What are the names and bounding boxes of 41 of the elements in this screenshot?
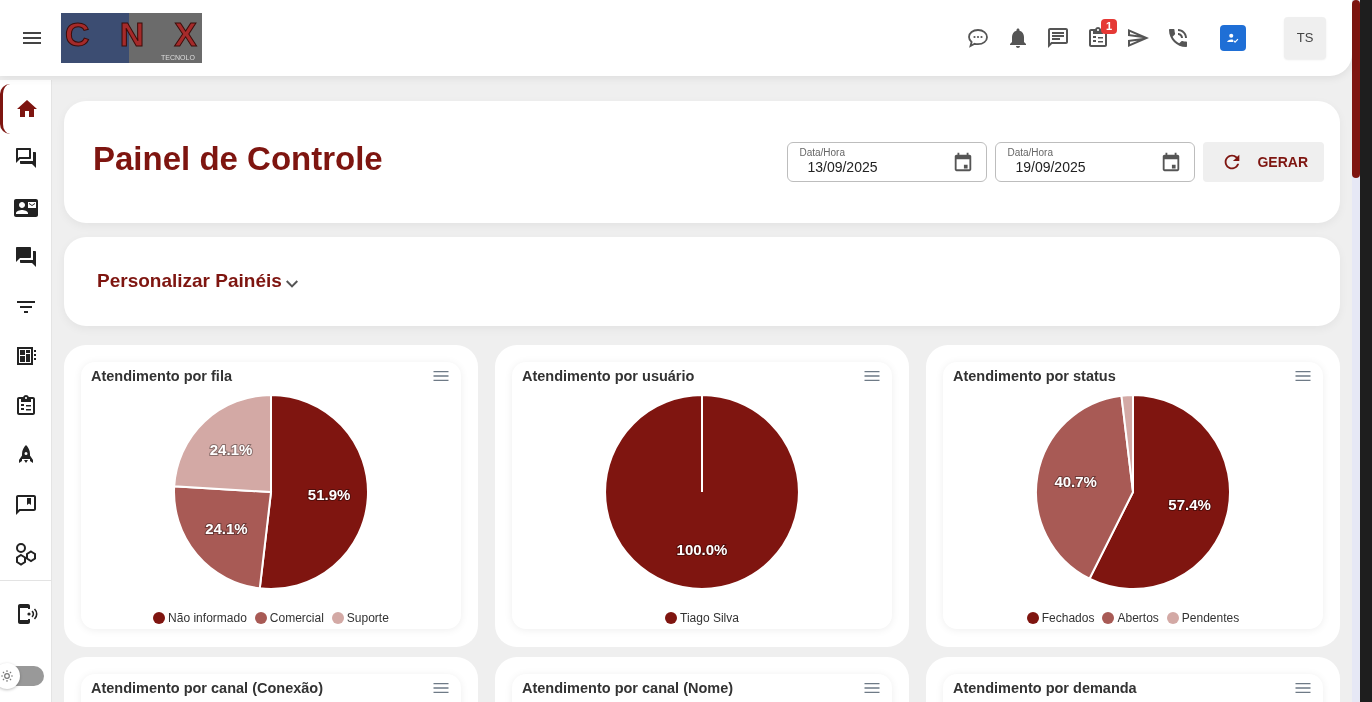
bookmark-message-icon: [13, 492, 38, 517]
legend-label[interactable]: Fechados: [1041, 611, 1095, 625]
phone-button[interactable]: [1166, 26, 1190, 50]
legend-label[interactable]: Comercial: [269, 611, 324, 625]
theme-switch[interactable]: [0, 666, 44, 686]
legend-label[interactable]: Não informado: [168, 611, 247, 625]
legend-label[interactable]: Suporte: [346, 611, 389, 625]
chart-title: Atendimento por usuário: [522, 367, 695, 384]
message-button[interactable]: [1046, 26, 1070, 50]
date-field[interactable]: Data/Hora 13/09/2025: [787, 142, 988, 182]
message-icon: [1046, 26, 1070, 50]
chevron-down-icon: [285, 279, 298, 288]
hexagons-icon: [13, 542, 38, 567]
chat-button[interactable]: [966, 26, 990, 50]
slice-value-label: 51.9%: [307, 486, 351, 504]
chart-title: Atendimento por status: [953, 367, 1116, 384]
avatar[interactable]: TS: [1284, 17, 1326, 59]
phone-icon: [1166, 26, 1190, 50]
legend-label[interactable]: Tiago Silva: [680, 611, 739, 625]
send-icon: [1126, 26, 1150, 50]
slice-value-label: 24.1%: [209, 440, 253, 458]
notification-badge: 1: [1100, 19, 1117, 34]
legend-label[interactable]: Pendentes: [1181, 611, 1240, 625]
legend-label[interactable]: Abertos: [1117, 611, 1159, 625]
slice-value-label: 57.4%: [1168, 496, 1211, 514]
scrollbar[interactable]: [1352, 0, 1360, 702]
chat-icon: [966, 26, 990, 50]
chart-title: Atendimento por canal (Nome): [522, 679, 734, 696]
user-check-button[interactable]: [1220, 25, 1246, 51]
chart-title: Atendimento por canal (Conexão): [91, 679, 324, 696]
send-button[interactable]: [1126, 26, 1150, 50]
customize-toggle[interactable]: Personalizar Painéis: [97, 267, 298, 296]
sun-icon: [0, 669, 14, 683]
chart-title: Atendimento por demanda: [953, 679, 1137, 696]
generate-button[interactable]: GERAR: [1203, 142, 1324, 182]
slice-value-label: 100.0%: [676, 541, 728, 559]
slice-value-label: 40.7%: [1054, 473, 1097, 490]
slice-value-label: 24.1%: [205, 520, 248, 538]
page-title: Painel de Controle: [93, 139, 383, 179]
date-field[interactable]: Data/Hora 19/09/2025: [995, 142, 1196, 182]
chart-title: Atendimento por fila: [91, 367, 232, 384]
